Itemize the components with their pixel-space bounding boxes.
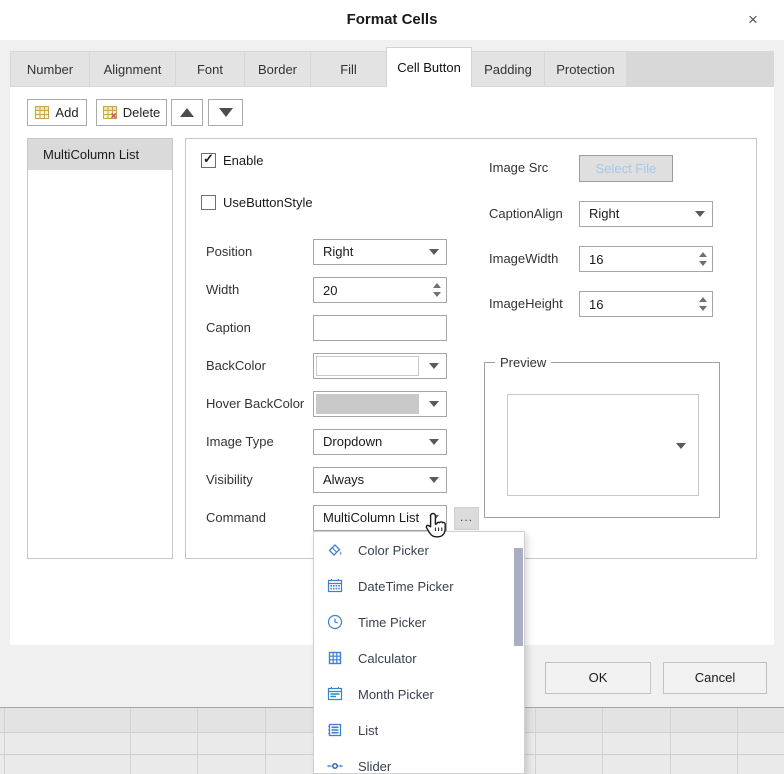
position-combobox[interactable]: Right <box>313 239 447 265</box>
preview-groupbox: Preview <box>484 362 720 518</box>
image-type-combobox[interactable]: Dropdown <box>313 429 447 455</box>
delete-button[interactable]: Delete <box>96 99 167 126</box>
image-height-input[interactable] <box>580 292 686 316</box>
image-src-label: Image Src <box>489 155 548 181</box>
select-file-button[interactable]: Select File <box>579 155 673 182</box>
time-picker-icon <box>326 613 344 631</box>
move-down-button[interactable] <box>208 99 243 126</box>
command-label: Command <box>206 505 266 531</box>
image-height-label: ImageHeight <box>489 291 563 317</box>
add-grid-icon <box>35 106 49 119</box>
stepper-arrows-icon[interactable] <box>428 278 446 302</box>
format-cells-dialog: Format Cells × Number Alignment Font Bor… <box>0 0 784 774</box>
tab-cell-button[interactable]: Cell Button <box>386 47 472 87</box>
enable-label: Enable <box>223 153 263 168</box>
width-stepper[interactable] <box>313 277 447 303</box>
hover-backcolor-swatch <box>316 394 419 414</box>
slider-icon <box>326 757 344 774</box>
color-picker-icon <box>326 541 344 559</box>
tab-strip-filler <box>626 51 774 87</box>
command-dropdown-popup: Color Picker DateTime Picker Time Picker… <box>313 531 525 774</box>
tab-padding[interactable]: Padding <box>471 51 545 87</box>
calculator-icon <box>326 649 344 667</box>
backcolor-label: BackColor <box>206 353 266 379</box>
popup-scrollbar-thumb[interactable] <box>514 548 523 646</box>
caption-align-combobox[interactable]: Right <box>579 201 713 227</box>
down-arrow-icon <box>219 108 233 117</box>
dropdown-item-datetime-picker[interactable]: DateTime Picker <box>314 568 524 604</box>
properties-panel: ✓ Enable UseButtonStyle Position Right W… <box>185 138 757 559</box>
tab-strip: Number Alignment Font Border Fill Cell B… <box>10 51 774 87</box>
dropdown-item-list[interactable]: List <box>314 712 524 748</box>
chevron-down-icon <box>422 240 446 264</box>
image-width-stepper[interactable] <box>579 246 713 272</box>
backcolor-swatch <box>316 356 419 376</box>
delete-grid-icon <box>103 106 117 119</box>
dialog-title: Format Cells <box>0 0 784 40</box>
datetime-picker-icon <box>326 577 344 595</box>
preview-cell <box>507 394 699 496</box>
move-up-button[interactable] <box>171 99 203 126</box>
dropdown-item-time-picker[interactable]: Time Picker <box>314 604 524 640</box>
enable-checkbox[interactable]: ✓ <box>201 153 216 168</box>
cell-button-list: MultiColumn List <box>27 138 173 559</box>
caption-input[interactable] <box>314 316 446 340</box>
usebuttonstyle-label: UseButtonStyle <box>223 195 313 210</box>
up-arrow-icon <box>180 108 194 117</box>
usebuttonstyle-checkbox-row: UseButtonStyle <box>201 194 313 210</box>
list-item[interactable]: MultiColumn List <box>28 139 172 170</box>
dropdown-item-color-picker[interactable]: Color Picker <box>314 532 524 568</box>
month-picker-icon <box>326 685 344 703</box>
tab-alignment[interactable]: Alignment <box>89 51 176 87</box>
enable-checkbox-row: ✓ Enable <box>201 152 263 168</box>
image-height-stepper[interactable] <box>579 291 713 317</box>
backcolor-picker[interactable] <box>313 353 447 379</box>
cursor-pointer-icon <box>424 512 450 545</box>
cancel-button[interactable]: Cancel <box>663 662 767 694</box>
dropdown-item-calculator[interactable]: Calculator <box>314 640 524 676</box>
width-label: Width <box>206 277 239 303</box>
close-icon[interactable]: × <box>742 9 764 31</box>
caption-align-label: CaptionAlign <box>489 201 563 227</box>
tab-fill[interactable]: Fill <box>310 51 387 87</box>
hover-backcolor-label: Hover BackColor <box>206 391 304 417</box>
add-button[interactable]: Add <box>27 99 87 126</box>
image-width-label: ImageWidth <box>489 246 558 272</box>
chevron-down-icon <box>688 202 712 226</box>
usebuttonstyle-checkbox[interactable] <box>201 195 216 210</box>
stepper-arrows-icon[interactable] <box>694 292 712 316</box>
dropdown-item-slider[interactable]: Slider <box>314 748 524 774</box>
image-type-label: Image Type <box>206 429 274 455</box>
position-label: Position <box>206 239 252 265</box>
width-input[interactable] <box>314 278 420 302</box>
caption-label: Caption <box>206 315 251 341</box>
stepper-arrows-icon[interactable] <box>694 247 712 271</box>
preview-legend: Preview <box>495 354 551 371</box>
caption-textbox <box>313 315 447 341</box>
image-width-input[interactable] <box>580 247 686 271</box>
preview-dropdown-arrow-icon <box>676 443 686 449</box>
hover-backcolor-picker[interactable] <box>313 391 447 417</box>
chevron-down-icon <box>422 430 446 454</box>
chevron-down-icon <box>422 354 446 378</box>
tab-font[interactable]: Font <box>175 51 245 87</box>
command-more-button[interactable]: ... <box>454 507 479 530</box>
ok-button[interactable]: OK <box>545 662 651 694</box>
dropdown-item-month-picker[interactable]: Month Picker <box>314 676 524 712</box>
visibility-label: Visibility <box>206 467 253 493</box>
chevron-down-icon <box>422 392 446 416</box>
tab-protection[interactable]: Protection <box>544 51 627 87</box>
list-icon <box>326 721 344 739</box>
visibility-combobox[interactable]: Always <box>313 467 447 493</box>
tab-border[interactable]: Border <box>244 51 311 87</box>
dialog-titlebar: Format Cells × <box>0 0 784 40</box>
tab-number[interactable]: Number <box>10 51 90 87</box>
chevron-down-icon <box>422 468 446 492</box>
